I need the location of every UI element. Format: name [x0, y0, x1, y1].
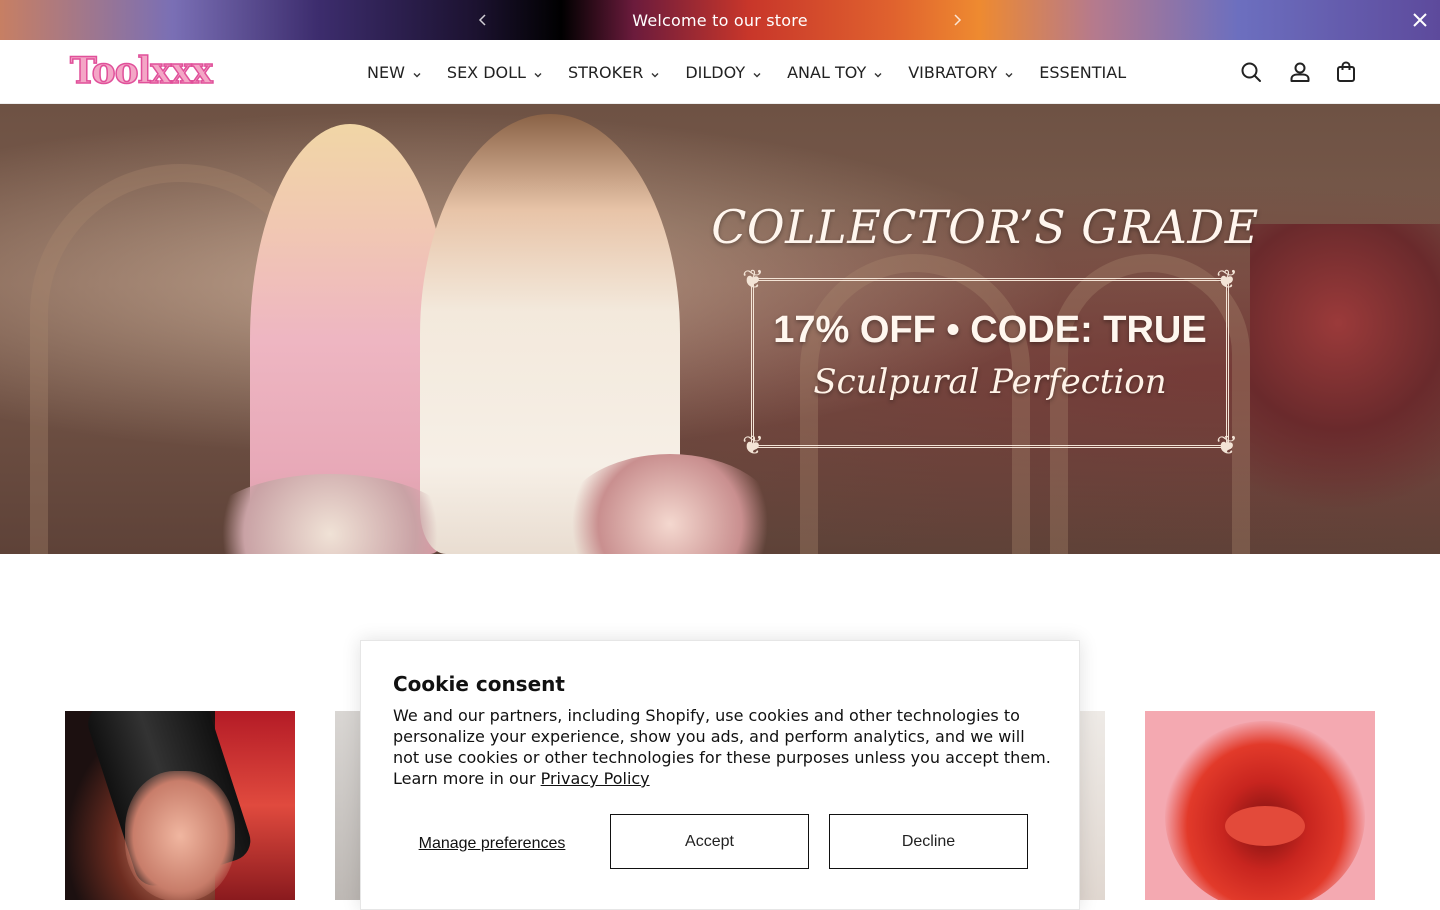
cart-icon[interactable]	[1334, 60, 1358, 84]
cookie-title: Cookie consent	[393, 672, 565, 696]
nav-item-label: ANAL TOY	[787, 62, 867, 82]
site-header: Toolxxx NEW SEX DOLL STROKER DILDOY ANAL…	[0, 40, 1440, 104]
promo-title: COLLECTOR’S GRADE	[711, 200, 1259, 254]
chevron-down-icon	[532, 66, 544, 78]
chevron-down-icon	[872, 66, 884, 78]
search-icon[interactable]	[1239, 60, 1263, 84]
announcement-message[interactable]: Welcome to our store	[632, 11, 807, 30]
nav-item-label: DILDOY	[685, 62, 746, 82]
product-image-sleeve	[125, 771, 235, 900]
cookie-body-text: We and our partners, including Shopify, …	[393, 706, 1051, 788]
chevron-down-icon	[751, 66, 763, 78]
nav-item-new[interactable]: NEW	[367, 63, 423, 82]
ornament-icon: ❦	[742, 431, 764, 461]
promo-code: 17% OFF • CODE: TRUE	[773, 309, 1207, 351]
product-image-tongue	[1225, 806, 1305, 846]
chevron-down-icon	[649, 66, 661, 78]
chevron-down-icon	[411, 66, 423, 78]
ornament-icon: ❦	[1216, 265, 1238, 295]
cookie-body: We and our partners, including Shopify, …	[393, 705, 1053, 789]
nav-item-label: STROKER	[567, 62, 644, 82]
main-nav: NEW SEX DOLL STROKER DILDOY ANAL TOY VIB…	[367, 40, 1126, 104]
nav-item-essential[interactable]: ESSENTIAL	[1039, 63, 1126, 82]
close-icon[interactable]	[1410, 10, 1430, 30]
manage-preferences-button[interactable]: Manage preferences	[393, 823, 591, 863]
chevron-down-icon	[1003, 66, 1015, 78]
announcement-bar: Welcome to our store	[0, 0, 1440, 40]
nav-item-label: NEW	[367, 62, 405, 82]
nav-item-label: SEX DOLL	[446, 62, 526, 82]
nav-item-anal-toy[interactable]: ANAL TOY	[787, 63, 884, 82]
promo-overlay: COLLECTOR’S GRADE ❦ ❦ ❦ ❦ 17% OFF • CODE…	[0, 104, 1440, 554]
product-card[interactable]	[1145, 711, 1375, 900]
nav-item-stroker[interactable]: STROKER	[568, 63, 661, 82]
account-icon[interactable]	[1288, 60, 1312, 84]
decline-button[interactable]: Decline	[829, 814, 1028, 869]
chevron-left-icon[interactable]	[473, 10, 493, 30]
nav-item-label: VIBRATORY	[908, 62, 998, 82]
ornament-icon: ❦	[1216, 431, 1238, 461]
hero-banner[interactable]: COLLECTOR’S GRADE ❦ ❦ ❦ ❦ 17% OFF • CODE…	[0, 104, 1440, 554]
nav-item-label: ESSENTIAL	[1039, 62, 1127, 82]
privacy-policy-link[interactable]: Privacy Policy	[541, 769, 650, 788]
accept-button[interactable]: Accept	[610, 814, 809, 869]
chevron-right-icon[interactable]	[947, 10, 967, 30]
nav-item-sex-doll[interactable]: SEX DOLL	[447, 63, 544, 82]
nav-item-dildoy[interactable]: DILDOY	[685, 63, 763, 82]
product-card[interactable]	[65, 711, 295, 900]
cookie-consent-dialog: Cookie consent We and our partners, incl…	[360, 640, 1080, 910]
promo-tagline: Sculpural Perfection	[813, 362, 1167, 402]
ornament-icon: ❦	[742, 265, 764, 295]
nav-item-vibratory[interactable]: VIBRATORY	[908, 63, 1015, 82]
store-logo[interactable]: Toolxxx	[69, 49, 213, 93]
